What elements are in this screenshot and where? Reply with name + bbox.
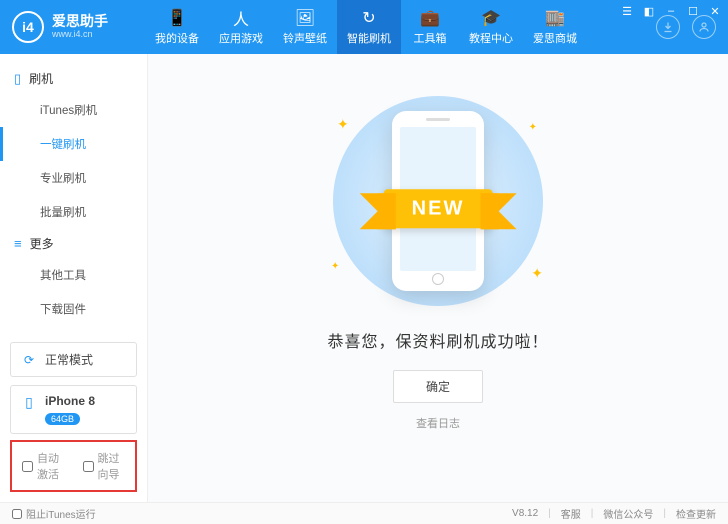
topnav-games[interactable]: 人应用游戏	[209, 0, 273, 54]
sidebar-group-flash: ▯刷机	[0, 64, 147, 93]
minimize-button[interactable]: –	[664, 4, 678, 18]
star-icon: ✦	[337, 116, 349, 133]
new-ribbon: NEW	[384, 189, 493, 228]
sidebar-group-more: ≡更多	[0, 229, 147, 258]
download-button[interactable]	[656, 15, 680, 39]
app-url: www.i4.cn	[52, 30, 108, 40]
success-message: 恭喜您，保资料刷机成功啦！	[327, 328, 548, 352]
maximize-button[interactable]: ☐	[686, 4, 700, 18]
star-icon: ✦	[529, 122, 537, 133]
toolbox-icon: 💼	[420, 8, 440, 28]
refresh-icon: ↻	[359, 8, 379, 28]
device-box[interactable]: ▯ iPhone 8 64GB	[10, 385, 137, 434]
topnav-wallpaper[interactable]: 🖼铃声壁纸	[273, 0, 337, 54]
skin-icon[interactable]: ◧	[642, 4, 656, 18]
sidebar-item-batch[interactable]: 批量刷机	[0, 195, 147, 229]
storage-badge: 64GB	[45, 413, 80, 425]
topnav-mall[interactable]: 🏬爱思商城	[523, 0, 587, 54]
support-link[interactable]: 客服	[561, 506, 581, 521]
mode-box[interactable]: ⟳正常模式	[10, 342, 137, 377]
phone-icon: ▯	[21, 394, 37, 411]
sidebar-item-download[interactable]: 下载固件	[0, 292, 147, 326]
view-log-link[interactable]: 查看日志	[416, 415, 460, 431]
settings-icon[interactable]: ☰	[620, 4, 634, 18]
auto-activate-checkbox[interactable]: 自动激活	[22, 450, 65, 482]
sidebar-item-oneclick[interactable]: 一键刷机	[0, 127, 147, 161]
apps-icon: 人	[231, 8, 251, 28]
logo-icon: i4	[12, 11, 44, 43]
sidebar: ▯刷机 iTunes刷机 一键刷机 专业刷机 批量刷机 ≡更多 其他工具 下载固…	[0, 54, 148, 502]
topnav: 📱我的设备 人应用游戏 🖼铃声壁纸 ↻智能刷机 💼工具箱 🎓教程中心 🏬爱思商城	[145, 0, 656, 54]
sidebar-item-other[interactable]: 其他工具	[0, 258, 147, 292]
image-icon: 🖼	[295, 8, 315, 28]
user-button[interactable]	[692, 15, 716, 39]
tutorial-icon: 🎓	[481, 8, 501, 28]
phone-icon: ▯	[14, 71, 21, 87]
logo-area: i4 爱思助手 www.i4.cn	[0, 11, 145, 43]
mall-icon: 🏬	[545, 8, 565, 28]
check-update-link[interactable]: 检查更新	[676, 506, 716, 521]
list-icon: ≡	[14, 236, 22, 251]
sync-icon: ⟳	[21, 352, 37, 368]
activation-options: 自动激活 跳过向导	[10, 440, 137, 492]
footer: 阻止iTunes运行 V8.12 | 客服 | 微信公众号 | 检查更新	[0, 502, 728, 524]
wechat-link[interactable]: 微信公众号	[603, 506, 653, 521]
app-header: i4 爱思助手 www.i4.cn 📱我的设备 人应用游戏 🖼铃声壁纸 ↻智能刷…	[0, 0, 728, 54]
star-icon: ✦	[531, 265, 543, 282]
content-area: ✦ ✦ ✦ ✦ NEW 恭喜您，保资料刷机成功啦！ 确定 查看日志	[148, 54, 728, 502]
ok-button[interactable]: 确定	[393, 370, 483, 403]
sidebar-item-pro[interactable]: 专业刷机	[0, 161, 147, 195]
phone-icon: 📱	[167, 8, 187, 28]
close-button[interactable]: ✕	[708, 4, 722, 18]
skip-wizard-checkbox[interactable]: 跳过向导	[83, 450, 126, 482]
version-label: V8.12	[512, 508, 538, 519]
topnav-flash[interactable]: ↻智能刷机	[337, 0, 401, 54]
device-name: iPhone 8	[45, 394, 95, 408]
app-title: 爱思助手	[52, 14, 108, 29]
topnav-tutorial[interactable]: 🎓教程中心	[459, 0, 523, 54]
success-illustration: ✦ ✦ ✦ ✦ NEW	[323, 96, 553, 306]
star-icon: ✦	[331, 261, 339, 272]
topnav-toolbox[interactable]: 💼工具箱	[401, 0, 459, 54]
topnav-devices[interactable]: 📱我的设备	[145, 0, 209, 54]
sidebar-item-itunes[interactable]: iTunes刷机	[0, 93, 147, 127]
block-itunes-checkbox[interactable]: 阻止iTunes运行	[12, 506, 96, 521]
